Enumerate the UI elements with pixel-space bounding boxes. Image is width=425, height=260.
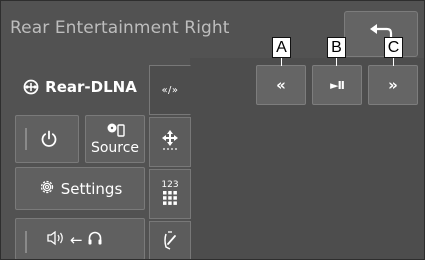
callout-label-c: C (384, 37, 403, 58)
power-button[interactable] (15, 115, 79, 163)
mode-tabs: «/» 123 (149, 65, 191, 260)
current-source-label: Rear-DLNA (16, 68, 144, 106)
source-button[interactable]: Source (85, 115, 145, 163)
audio-indicator (25, 231, 27, 253)
audio-output-button[interactable]: ← (15, 218, 145, 260)
skip-controls-icon: «/» (161, 84, 179, 96)
previous-icon: « (276, 76, 286, 94)
source-device-icon (106, 122, 126, 142)
callout-leader-b (336, 58, 337, 66)
number-pad-label: 123 (161, 179, 179, 190)
speaker-icon (46, 230, 66, 250)
dlna-network-icon (23, 79, 39, 95)
power-icon (40, 130, 58, 152)
play-pause-icon: ►II (330, 78, 345, 92)
tab-touch-gesture[interactable] (149, 221, 191, 260)
next-button[interactable]: » (368, 65, 418, 105)
power-indicator (25, 128, 27, 150)
settings-button[interactable]: Settings (15, 167, 145, 210)
next-icon: » (388, 76, 398, 94)
tab-skip-controls[interactable]: «/» (149, 65, 191, 115)
rear-entertainment-screen: Rear Entertainment Right Rear-DLNA Sourc… (0, 0, 425, 260)
callout-label-b: B (327, 37, 346, 58)
settings-button-label: Settings (60, 179, 123, 198)
callout-label-a: A (272, 37, 291, 58)
source-name: Rear-DLNA (45, 78, 137, 96)
tab-cursor-move[interactable] (149, 117, 191, 167)
headphones-icon (87, 230, 103, 250)
cursor-move-icon (161, 129, 179, 155)
callout-leader-a (281, 58, 282, 66)
number-pad-icon (163, 190, 177, 209)
callout-leader-c (393, 58, 394, 66)
tab-number-pad[interactable]: 123 (149, 169, 191, 219)
source-button-label: Source (90, 140, 140, 156)
gear-icon (38, 178, 56, 200)
audio-arrow: ← (70, 231, 83, 249)
screen-title: Rear Entertainment Right (10, 18, 230, 38)
previous-button[interactable]: « (256, 65, 306, 105)
back-button[interactable] (344, 11, 418, 57)
play-pause-button[interactable]: ►II (312, 65, 362, 105)
touch-gesture-icon (162, 231, 178, 255)
